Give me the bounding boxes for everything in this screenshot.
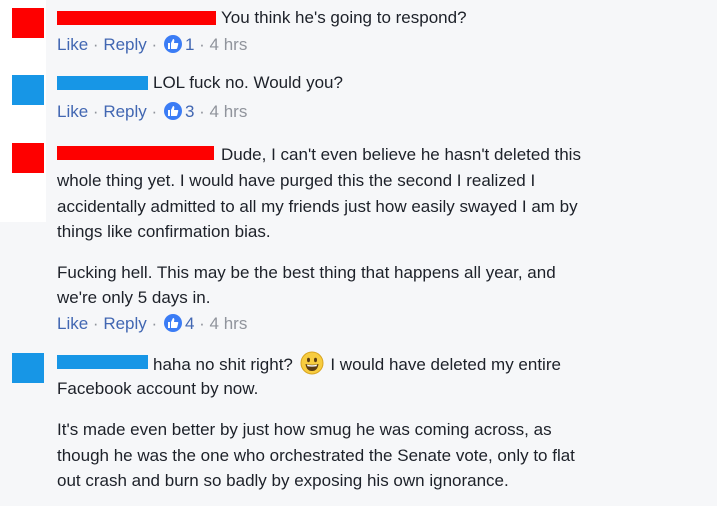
separator: · <box>92 102 99 121</box>
comment-text: LOL fuck no. Would you? <box>153 73 343 92</box>
commenter-name-redacted[interactable] <box>57 146 214 160</box>
comment-actions: Like · Reply · 3 · 4 hrs <box>57 101 247 123</box>
reply-link[interactable]: Reply <box>103 35 146 54</box>
comment-text: I would have deleted my entire <box>330 355 561 374</box>
comment-actions: Like · Reply · 4 · 4 hrs <box>57 313 247 335</box>
commenter-name-redacted[interactable] <box>57 11 216 25</box>
timestamp[interactable]: 4 hrs <box>210 314 248 333</box>
comment-text-line: out crash and burn so badly by exposing … <box>57 471 509 490</box>
reply-link[interactable]: Reply <box>103 314 146 333</box>
separator: · <box>199 102 205 121</box>
separator: · <box>151 35 158 54</box>
separator: · <box>92 314 99 333</box>
separator: · <box>92 35 99 54</box>
comment-text-line: Facebook account by now. <box>57 379 259 398</box>
like-count[interactable]: 4 <box>185 314 194 333</box>
separator: · <box>151 314 158 333</box>
avatar[interactable] <box>12 353 44 383</box>
thumbs-up-icon[interactable] <box>163 314 182 332</box>
commenter-name-redacted[interactable] <box>57 76 148 90</box>
comment-text-line: Fucking hell. This may be the best thing… <box>57 263 556 282</box>
comment-text-line: It's made even better by just how smug h… <box>57 420 552 439</box>
like-link[interactable]: Like <box>57 102 88 121</box>
comment-text-line: whole thing yet. I would have purged thi… <box>57 171 536 190</box>
grinning-face-emoji-icon <box>300 351 324 375</box>
thumbs-up-icon[interactable] <box>163 102 182 120</box>
commenter-name-redacted[interactable] <box>57 355 148 369</box>
like-count[interactable]: 3 <box>185 102 194 121</box>
avatar[interactable] <box>12 8 44 38</box>
timestamp[interactable]: 4 hrs <box>210 35 248 54</box>
comment-actions: Like · Reply · 1 · 4 hrs <box>57 34 247 56</box>
comment-text-line: haha no shit right? I would have deleted… <box>153 351 561 376</box>
timestamp[interactable]: 4 hrs <box>210 102 248 121</box>
reply-link[interactable]: Reply <box>103 102 146 121</box>
comment-text-line: accidentally admitted to all my friends … <box>57 197 578 216</box>
comment-text-line: Dude, I can't even believe he hasn't del… <box>221 145 581 164</box>
comment-text-line: things like confirmation bias. <box>57 222 271 241</box>
separator: · <box>199 314 205 333</box>
avatar[interactable] <box>12 143 44 173</box>
comment-text-line: we're only 5 days in. <box>57 288 211 307</box>
thumbs-up-icon[interactable] <box>163 35 182 53</box>
like-link[interactable]: Like <box>57 314 88 333</box>
separator: · <box>199 35 205 54</box>
avatar[interactable] <box>12 75 44 105</box>
comment-text-line: though he was the one who orchestrated t… <box>57 446 575 465</box>
separator: · <box>151 102 158 121</box>
like-count[interactable]: 1 <box>185 35 194 54</box>
comment-text: haha no shit right? <box>153 355 293 374</box>
like-link[interactable]: Like <box>57 35 88 54</box>
comment-text: You think he's going to respond? <box>221 8 467 27</box>
